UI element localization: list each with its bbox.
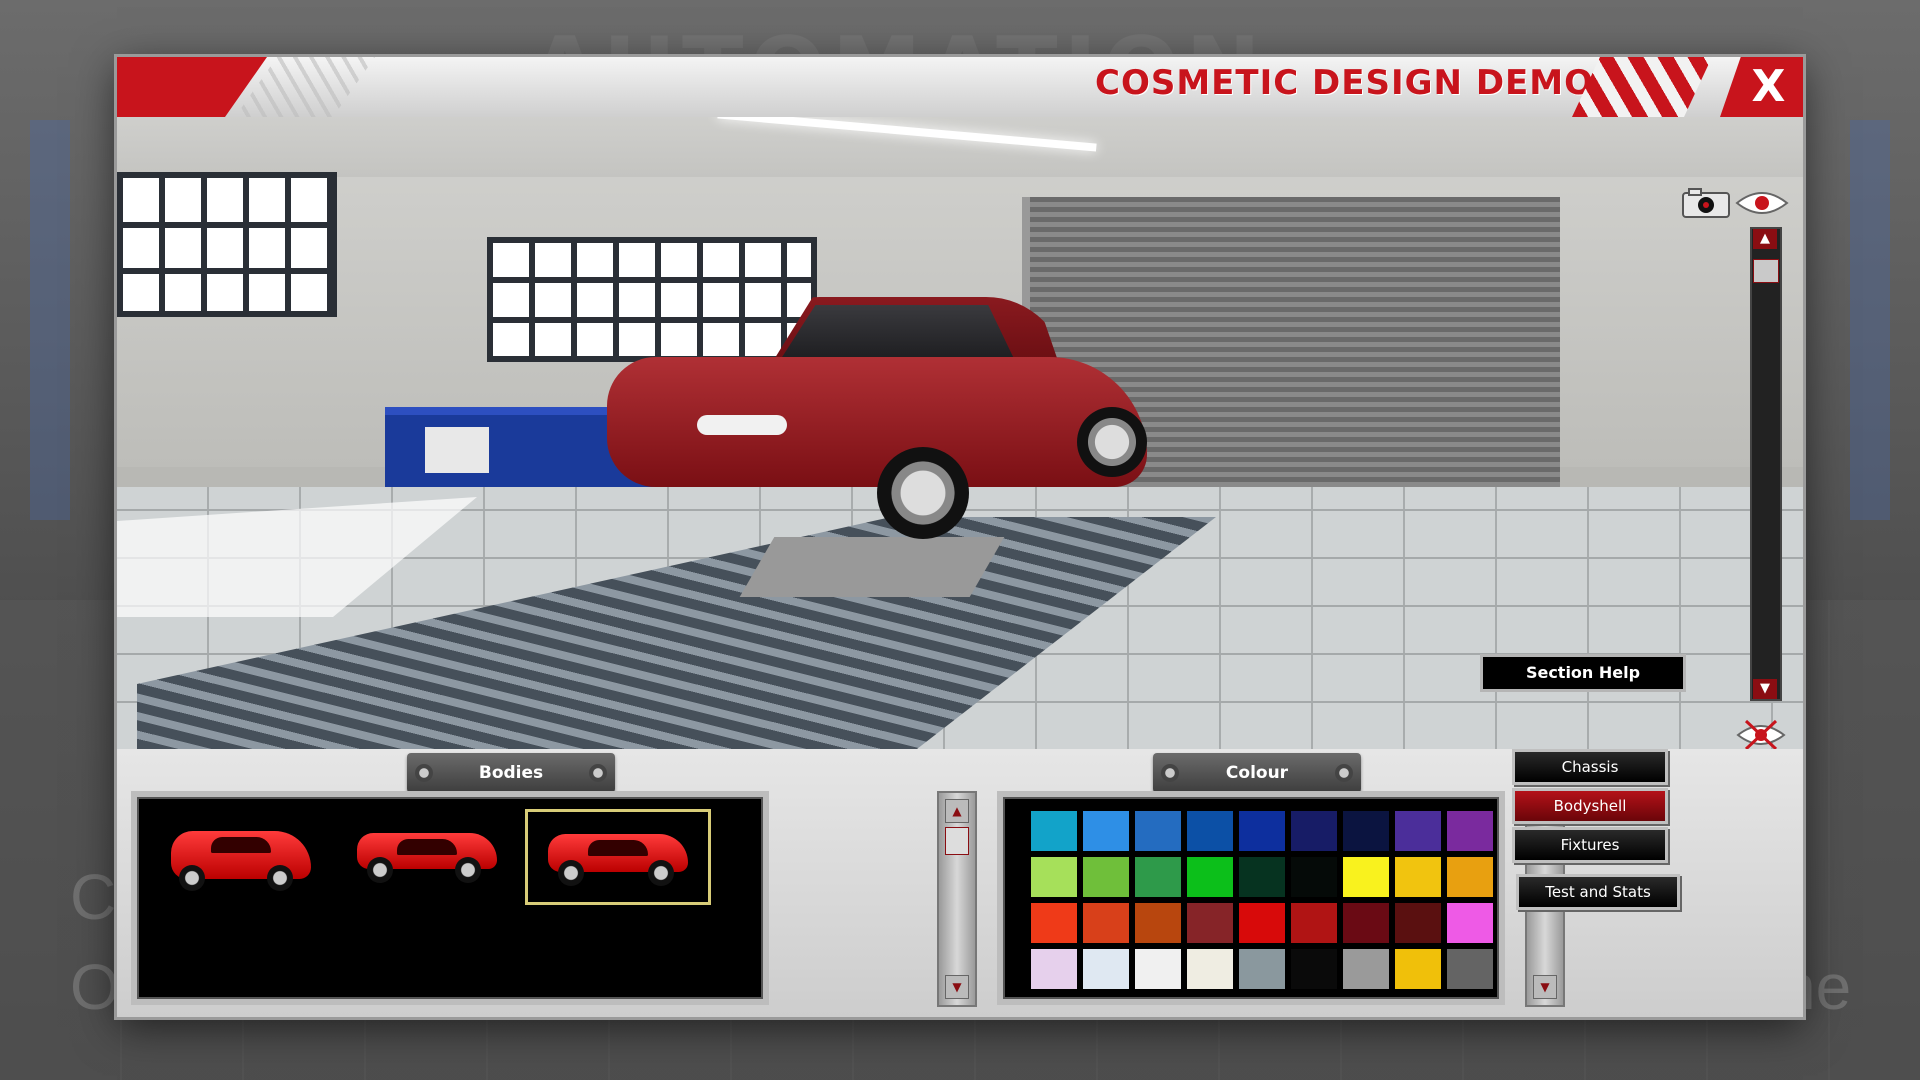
viewport-scrollbar[interactable]: ▲ ▼: [1750, 227, 1782, 701]
colour-swatch[interactable]: [1395, 857, 1441, 897]
car-wheel: [877, 447, 969, 539]
colour-swatch[interactable]: [1343, 857, 1389, 897]
colour-swatch[interactable]: [1083, 857, 1129, 897]
window-title: COSMETIC DESIGN DEMO: [1095, 63, 1595, 103]
scroll-down-button[interactable]: ▼: [1753, 679, 1777, 699]
hatchback-preview: [171, 831, 311, 891]
close-icon: X: [1751, 61, 1786, 112]
bodies-panel: [131, 791, 769, 1005]
colour-swatch[interactable]: [1187, 949, 1233, 989]
colour-swatch[interactable]: [1395, 903, 1441, 943]
colour-swatch[interactable]: [1031, 811, 1077, 851]
coupe-preview: [548, 834, 688, 886]
bodies-scroll-up[interactable]: ▲: [945, 799, 969, 823]
colour-swatch[interactable]: [1239, 857, 1285, 897]
colour-swatch[interactable]: [1239, 949, 1285, 989]
chassis-button[interactable]: Chassis: [1512, 749, 1668, 785]
colour-swatch[interactable]: [1447, 857, 1493, 897]
colour-swatch[interactable]: [1447, 811, 1493, 851]
bodies-tab-label: Bodies: [407, 753, 615, 793]
colour-swatch[interactable]: [1343, 949, 1389, 989]
car-headlight: [697, 415, 787, 435]
background-pillar: [1850, 120, 1890, 520]
scroll-thumb[interactable]: [1753, 259, 1779, 283]
colour-swatch[interactable]: [1083, 811, 1129, 851]
test-and-stats-button[interactable]: Test and Stats: [1516, 874, 1680, 910]
title-bar: COSMETIC DESIGN DEMO X: [117, 57, 1803, 117]
eye-icon[interactable]: [1735, 187, 1789, 219]
section-help-title[interactable]: Section Help: [1480, 654, 1686, 692]
car-windshield: [777, 305, 1017, 365]
colour-swatch[interactable]: [1239, 903, 1285, 943]
bodies-scroll-down[interactable]: ▼: [945, 975, 969, 999]
colour-scroll-down[interactable]: ▼: [1533, 975, 1557, 999]
colour-swatch[interactable]: [1187, 903, 1233, 943]
colour-swatch[interactable]: [1291, 857, 1337, 897]
colour-swatch[interactable]: [1031, 903, 1077, 943]
colour-panel: [997, 791, 1505, 1005]
close-button[interactable]: X: [1720, 57, 1803, 117]
background-pillar: [30, 120, 70, 520]
colour-swatch[interactable]: [1187, 811, 1233, 851]
colour-swatch[interactable]: [1395, 811, 1441, 851]
bodies-scrollbar[interactable]: ▲ ▼: [937, 791, 977, 1007]
colour-swatch[interactable]: [1343, 811, 1389, 851]
colour-swatch[interactable]: [1031, 949, 1077, 989]
body-thumb-hatchback[interactable]: [151, 809, 331, 899]
colour-swatch[interactable]: [1135, 811, 1181, 851]
car-wheel: [1077, 407, 1147, 477]
colour-swatch[interactable]: [1447, 949, 1493, 989]
cosmetic-design-window: COSMETIC DESIGN DEMO X ▲ ▼ Bodies ▲ ▼ Co…: [117, 57, 1803, 1017]
background-text-fragment: O: [70, 951, 120, 1023]
colour-swatch[interactable]: [1135, 857, 1181, 897]
colour-swatch[interactable]: [1447, 903, 1493, 943]
bodyshell-button[interactable]: Bodyshell: [1512, 788, 1668, 824]
car-body: [607, 357, 1147, 487]
colour-swatch[interactable]: [1135, 903, 1181, 943]
garage-window: [117, 172, 337, 317]
colour-tab-label: Colour: [1153, 753, 1361, 793]
colour-swatch[interactable]: [1343, 903, 1389, 943]
colour-swatch[interactable]: [1083, 949, 1129, 989]
background-text-fragment: C: [70, 861, 117, 933]
body-thumb-coupe[interactable]: [525, 809, 711, 905]
camera-icon[interactable]: [1681, 187, 1731, 219]
bodies-scroll-thumb[interactable]: [945, 827, 969, 855]
car-model[interactable]: [607, 297, 1157, 557]
colour-swatch[interactable]: [1239, 811, 1285, 851]
colour-swatch[interactable]: [1291, 949, 1337, 989]
colour-swatch[interactable]: [1031, 857, 1077, 897]
colour-swatch[interactable]: [1395, 949, 1441, 989]
colour-swatch[interactable]: [1291, 903, 1337, 943]
colour-swatch[interactable]: [1083, 903, 1129, 943]
scroll-up-button[interactable]: ▲: [1753, 229, 1777, 249]
fixtures-button[interactable]: Fixtures: [1512, 827, 1668, 863]
colour-swatch[interactable]: [1187, 857, 1233, 897]
sedan-preview: [357, 833, 497, 883]
body-thumb-sedan[interactable]: [337, 809, 517, 899]
colour-swatch[interactable]: [1291, 811, 1337, 851]
colour-swatch[interactable]: [1135, 949, 1181, 989]
eye-crossed-icon[interactable]: [1734, 717, 1788, 749]
garage-ceiling: [117, 117, 1803, 177]
